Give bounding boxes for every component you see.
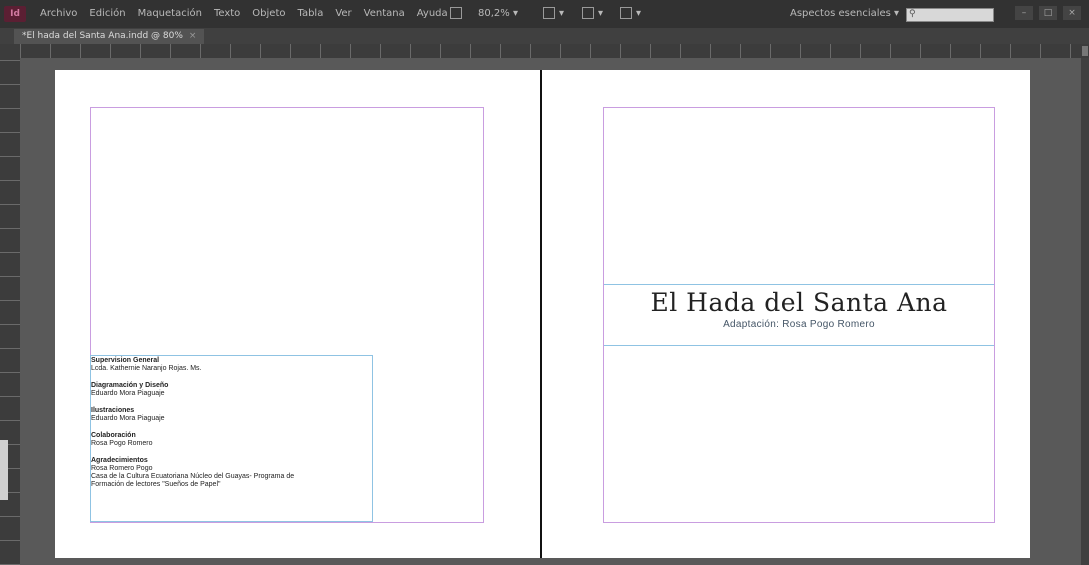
bridge-button[interactable] xyxy=(450,7,466,21)
menu-ayuda[interactable]: Ayuda xyxy=(417,8,448,19)
credit-line: Formación de lectores "Sueños de Papel" xyxy=(91,481,221,488)
workspace-dropdown[interactable]: Aspectos esenciales ▾ xyxy=(790,8,899,19)
tab-title: *El hada del Santa Ana.indd @ 80% xyxy=(22,31,183,41)
credit-line: Eduardo Mora Piaguaje xyxy=(91,390,165,397)
zoom-level-value: 80,2% xyxy=(478,8,510,19)
menu-items: Archivo Edición Maquetación Texto Objeto… xyxy=(40,8,448,19)
spread-spine xyxy=(540,70,542,558)
credit-heading: Ilustraciones xyxy=(91,407,135,414)
arrange-documents-icon xyxy=(620,7,632,19)
zoom-level-dropdown[interactable]: 80,2% ▾ xyxy=(478,7,518,21)
menu-ver[interactable]: Ver xyxy=(335,8,351,19)
menu-maquetacion[interactable]: Maquetación xyxy=(138,8,202,19)
screen-mode-button[interactable]: ▾ xyxy=(543,7,564,21)
workspace-label: Aspectos esenciales xyxy=(790,8,891,19)
menu-bar: Id Archivo Edición Maquetación Texto Obj… xyxy=(0,0,1089,28)
credit-block: Colaboración Rosa Pogo Romero xyxy=(91,432,372,448)
book-title: El Hada del Santa Ana xyxy=(650,288,948,317)
book-subtitle: Adaptación: Rosa Pogo Romero xyxy=(723,319,875,330)
credit-heading: Colaboración xyxy=(91,432,136,439)
credit-block: Supervision General Lcda. Kathernie Nara… xyxy=(91,357,372,373)
search-icon: ⚲ xyxy=(909,9,916,19)
chevron-down-icon: ▾ xyxy=(890,8,900,19)
close-icon[interactable]: × xyxy=(189,31,197,41)
view-options-icon xyxy=(582,7,594,19)
arrange-documents-button[interactable]: ▾ xyxy=(620,7,641,21)
title-text-frame[interactable]: El Hada del Santa Ana Adaptación: Rosa P… xyxy=(604,284,994,346)
credit-line: Rosa Romero Pogo xyxy=(91,465,153,472)
close-button[interactable]: × xyxy=(1063,6,1081,20)
window-controls: – □ × xyxy=(1015,6,1081,20)
credits-text-frame[interactable]: Supervision General Lcda. Kathernie Nara… xyxy=(90,355,373,522)
menu-tabla[interactable]: Tabla xyxy=(298,8,324,19)
credit-block: Diagramación y Diseño Eduardo Mora Piagu… xyxy=(91,382,372,398)
bridge-icon xyxy=(450,7,462,19)
menu-ventana[interactable]: Ventana xyxy=(364,8,405,19)
credit-line: Rosa Pogo Romero xyxy=(91,440,153,447)
credit-block: Ilustraciones Eduardo Mora Piaguaje xyxy=(91,407,372,423)
horizontal-ruler[interactable] xyxy=(20,44,1089,58)
menu-objeto[interactable]: Objeto xyxy=(252,8,285,19)
credit-line: Eduardo Mora Piaguaje xyxy=(91,415,165,422)
menu-texto[interactable]: Texto xyxy=(214,8,240,19)
credit-line: Casa de la Cultura Ecuatoriana Núcleo de… xyxy=(91,473,295,480)
chevron-down-icon: ▾ xyxy=(509,8,518,19)
app-logo: Id xyxy=(4,6,26,22)
screen-mode-icon xyxy=(543,7,555,19)
menu-edicion[interactable]: Edición xyxy=(89,8,125,19)
credit-heading: Diagramación y Diseño xyxy=(91,382,169,389)
credit-heading: Supervision General xyxy=(91,357,160,364)
panel-handle[interactable] xyxy=(0,440,8,500)
credit-line: Lcda. Kathernie Naranjo Rojas. Ms. xyxy=(91,365,202,372)
search-input[interactable]: ⚲ xyxy=(906,8,994,22)
scroll-arrow[interactable] xyxy=(1082,46,1088,56)
minimize-button[interactable]: – xyxy=(1015,6,1033,20)
credit-heading: Agradecimientos xyxy=(91,457,148,464)
menu-archivo[interactable]: Archivo xyxy=(40,8,77,19)
vertical-scrollbar[interactable] xyxy=(1081,58,1089,565)
view-options-button[interactable]: ▾ xyxy=(582,7,603,21)
credit-block: Agradecimientos Rosa Romero Pogo Casa de… xyxy=(91,457,372,489)
tab-document[interactable]: *El hada del Santa Ana.indd @ 80% × xyxy=(14,29,205,44)
maximize-button[interactable]: □ xyxy=(1039,6,1057,20)
document-tab-bar: *El hada del Santa Ana.indd @ 80% × xyxy=(0,28,1089,44)
